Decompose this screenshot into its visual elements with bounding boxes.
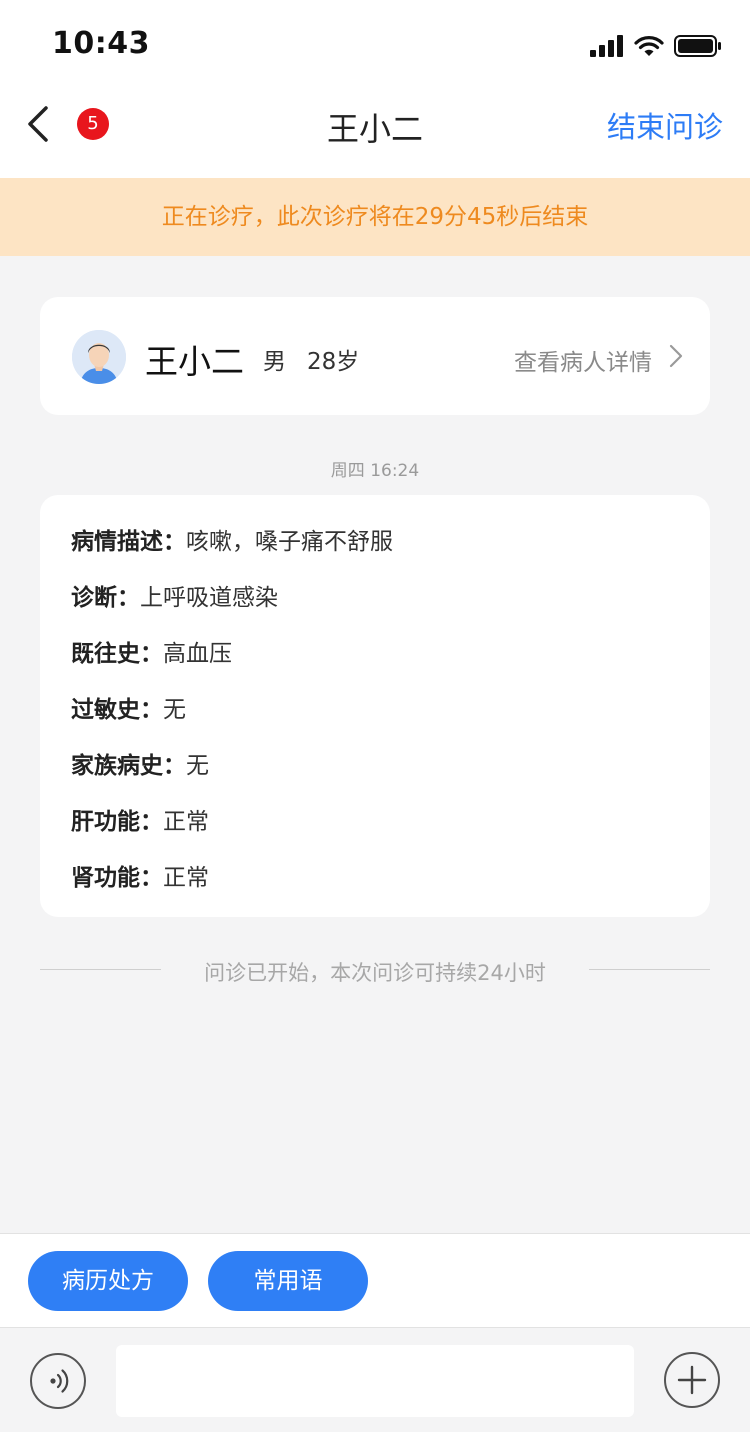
voice-input-button[interactable]: [30, 1353, 86, 1409]
end-consultation-button[interactable]: 结束问诊: [607, 104, 723, 146]
info-row-allergy-history: 过敏史：无: [71, 690, 186, 724]
status-icons: [590, 34, 722, 58]
quick-action-bar: 病历处方 常用语: [0, 1233, 750, 1327]
info-value: 高血压: [163, 641, 232, 667]
nav-bar: 5 王小二 结束问诊: [0, 88, 750, 178]
message-input-bar: [0, 1327, 750, 1432]
info-value: 正常: [163, 865, 209, 891]
common-phrases-button[interactable]: 常用语: [208, 1251, 368, 1311]
avatar: [72, 330, 126, 384]
info-label: 病情描述：: [71, 529, 186, 555]
battery-icon: [674, 35, 721, 57]
info-label: 肾功能：: [71, 865, 163, 891]
more-actions-button[interactable]: [664, 1352, 720, 1408]
patient-name: 王小二: [145, 342, 244, 381]
patient-card[interactable]: 王小二 男 28岁 查看病人详情: [40, 297, 710, 415]
info-value: 咳嗽，嗓子痛不舒服: [186, 529, 393, 555]
view-patient-details-link[interactable]: 查看病人详情: [514, 343, 652, 377]
cellular-signal-icon: [590, 35, 623, 57]
info-value: 无: [186, 753, 209, 779]
info-row-condition: 病情描述：咳嗽，嗓子痛不舒服: [71, 522, 393, 556]
info-row-medical-history: 既往史：高血压: [71, 634, 232, 668]
consultation-started-notice: 问诊已开始，本次问诊可持续24小时: [204, 961, 546, 985]
info-row-diagnosis: 诊断：上呼吸道感染: [71, 578, 278, 612]
info-row-family-history: 家族病史：无: [71, 746, 209, 780]
medical-record-prescription-button[interactable]: 病历处方: [28, 1251, 188, 1311]
info-value: 正常: [163, 809, 209, 835]
plus-icon: [677, 1365, 707, 1395]
patient-gender: 男: [263, 349, 286, 375]
patient-age: 28岁: [307, 349, 360, 375]
info-label: 家族病史：: [71, 753, 186, 779]
consultation-info-card: 病情描述：咳嗽，嗓子痛不舒服 诊断：上呼吸道感染 既往史：高血压 过敏史：无 家…: [40, 495, 710, 917]
user-avatar-icon: [72, 330, 126, 384]
info-value: 上呼吸道感染: [140, 585, 278, 611]
info-value: 无: [163, 697, 186, 723]
status-bar: 10:43: [0, 0, 750, 88]
info-label: 肝功能：: [71, 809, 163, 835]
message-timestamp: 周四 16:24: [330, 461, 420, 481]
info-row-liver-function: 肝功能：正常: [71, 802, 209, 836]
timer-banner: 正在诊疗，此次诊疗将在29分45秒后结束: [0, 178, 750, 256]
message-input[interactable]: [116, 1345, 634, 1417]
info-label: 诊断：: [71, 585, 140, 611]
voice-icon: [50, 1369, 69, 1393]
status-time: 10:43: [52, 26, 150, 61]
info-row-kidney-function: 肾功能：正常: [71, 858, 209, 892]
info-label: 既往史：: [71, 641, 163, 667]
divider-right: [589, 969, 710, 970]
chevron-right-icon: [669, 344, 683, 368]
info-label: 过敏史：: [71, 697, 163, 723]
wifi-icon: [634, 36, 664, 56]
